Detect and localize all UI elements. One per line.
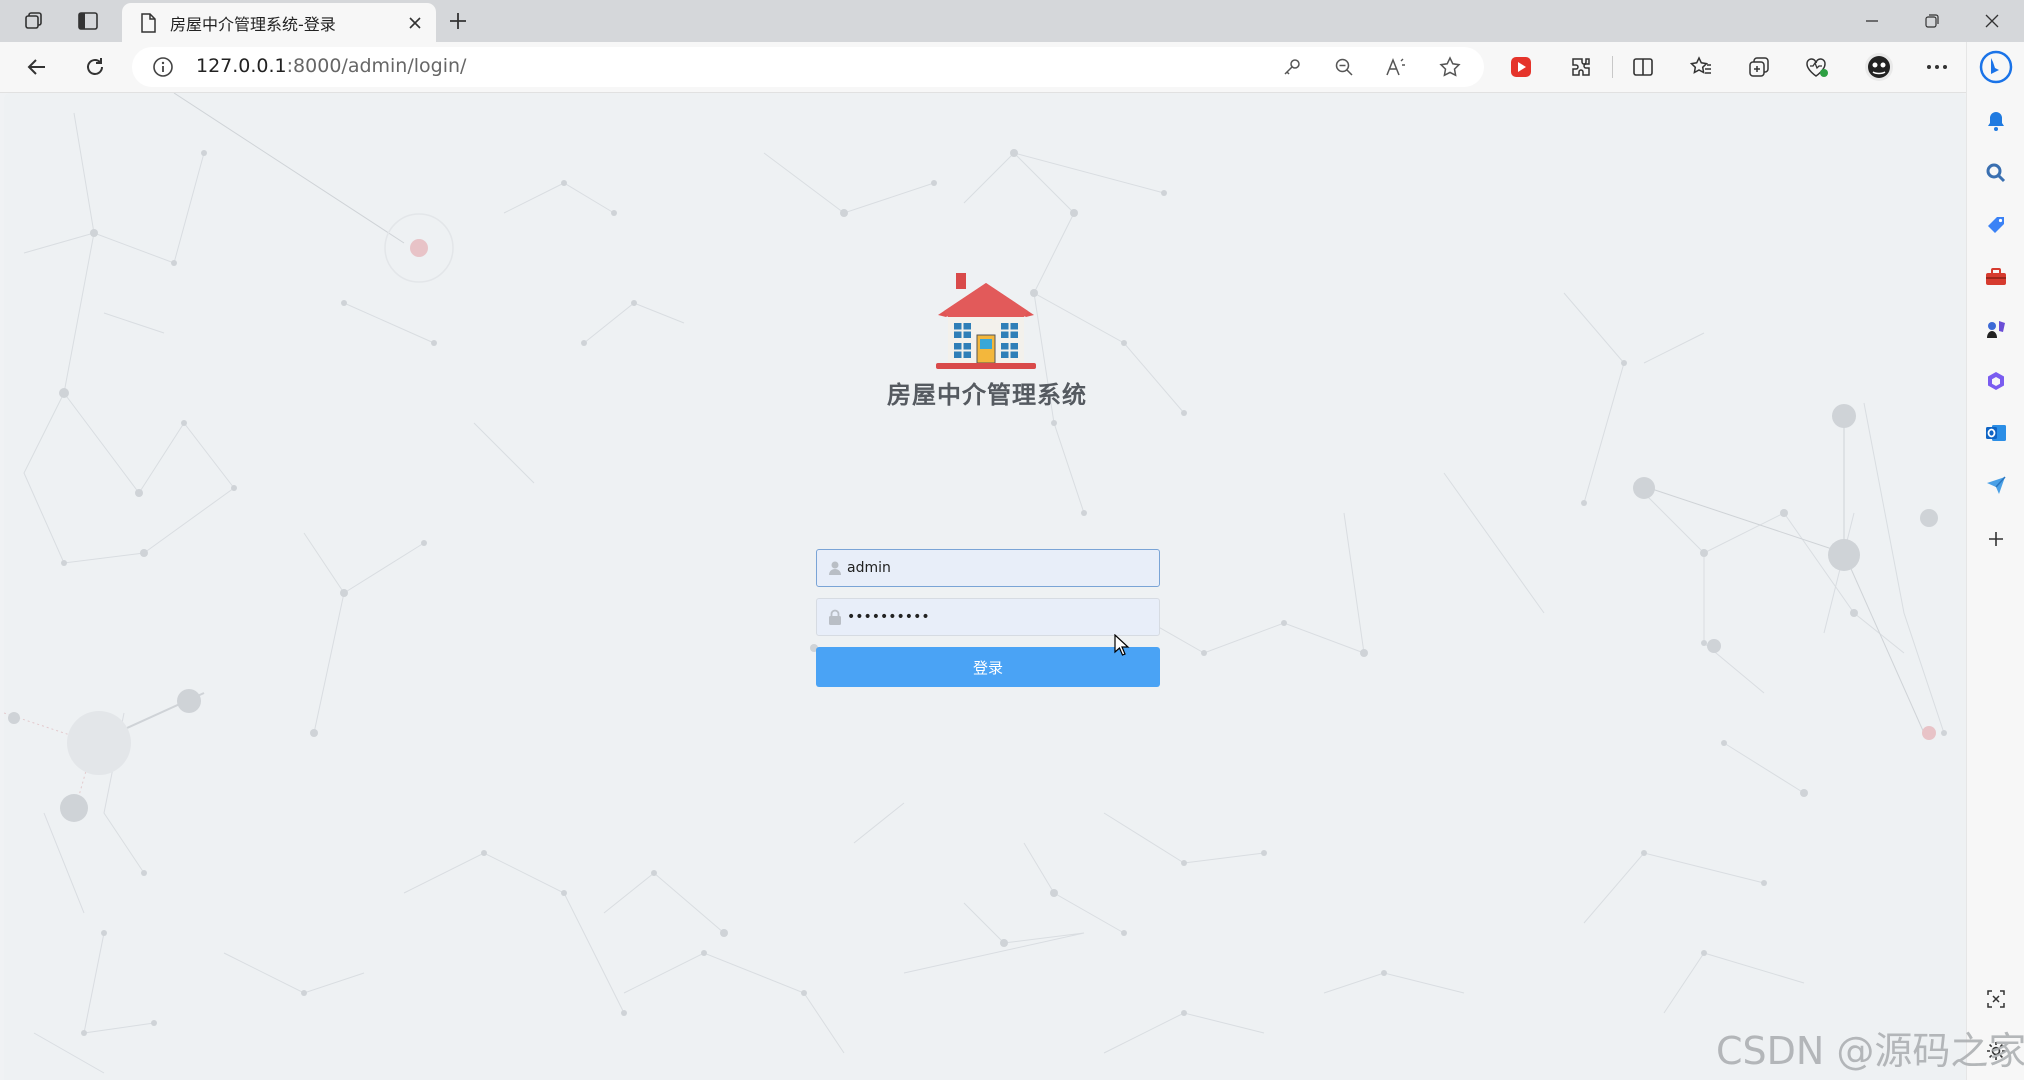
close-window-button[interactable]: [1962, 0, 2022, 42]
address-bar[interactable]: 127.0.0.1:8000/admin/login/: [132, 47, 1484, 87]
web-page: 房屋中介管理系统 登录: [4, 93, 1966, 1080]
collections-icon[interactable]: [1740, 48, 1778, 86]
send-icon[interactable]: [1977, 466, 2015, 504]
username-field[interactable]: [816, 549, 1160, 587]
csdn-watermark: CSDN @源码之家: [1716, 1029, 2024, 1073]
screenshot-icon[interactable]: [1977, 980, 2015, 1018]
tab-title: 房屋中介管理系统-登录: [170, 14, 336, 34]
document-icon: [138, 12, 158, 34]
tab-actions-icon[interactable]: [70, 6, 106, 36]
tab-strip: 房屋中介管理系统-登录: [0, 0, 2024, 42]
video-extension-icon[interactable]: [1502, 48, 1540, 86]
browser-toolbar: 127.0.0.1:8000/admin/login/: [0, 42, 2024, 93]
more-options-icon[interactable]: [1918, 48, 1956, 86]
house-logo-icon: [936, 273, 1036, 369]
favorite-star-icon[interactable]: [1438, 55, 1462, 79]
user-icon: [829, 561, 841, 575]
active-tab[interactable]: 房屋中介管理系统-登录: [122, 3, 436, 42]
new-tab-button[interactable]: [440, 6, 476, 36]
password-input[interactable]: [847, 599, 1147, 635]
microsoft-365-icon[interactable]: [1977, 362, 2015, 400]
read-aloud-icon[interactable]: [1384, 55, 1408, 79]
password-field[interactable]: [816, 598, 1160, 636]
copilot-icon[interactable]: [1977, 48, 2015, 86]
split-screen-icon[interactable]: [1624, 48, 1662, 86]
close-tab-icon[interactable]: [402, 10, 428, 36]
notification-bell-icon[interactable]: [1977, 102, 2015, 140]
search-icon[interactable]: [1977, 154, 2015, 192]
shopping-tag-icon[interactable]: [1977, 206, 2015, 244]
minimize-button[interactable]: [1842, 0, 1902, 42]
refresh-button[interactable]: [76, 48, 114, 86]
outlook-icon[interactable]: [1977, 414, 2015, 452]
favorites-icon[interactable]: [1682, 48, 1720, 86]
browser-essentials-icon[interactable]: [1798, 48, 1836, 86]
restore-button[interactable]: [1902, 0, 1962, 42]
password-key-icon[interactable]: [1280, 55, 1304, 79]
url-text[interactable]: 127.0.0.1:8000/admin/login/: [196, 55, 466, 77]
back-button[interactable]: [18, 48, 56, 86]
mouse-cursor-icon: [1114, 634, 1130, 656]
profile-avatar[interactable]: [1860, 48, 1898, 86]
login-button[interactable]: 登录: [816, 647, 1160, 687]
edge-sidebar: [1966, 42, 2024, 1080]
tools-icon[interactable]: [1977, 258, 2015, 296]
zoom-out-icon[interactable]: [1332, 55, 1356, 79]
workspaces-icon[interactable]: [16, 6, 52, 36]
username-input[interactable]: [847, 550, 1147, 586]
system-title: 房屋中介管理系统: [887, 381, 1087, 409]
site-info-icon[interactable]: [152, 56, 174, 78]
lock-icon: [829, 609, 841, 625]
extensions-icon[interactable]: [1562, 48, 1600, 86]
games-icon[interactable]: [1977, 310, 2015, 348]
add-sidebar-app-icon[interactable]: [1977, 520, 2015, 558]
